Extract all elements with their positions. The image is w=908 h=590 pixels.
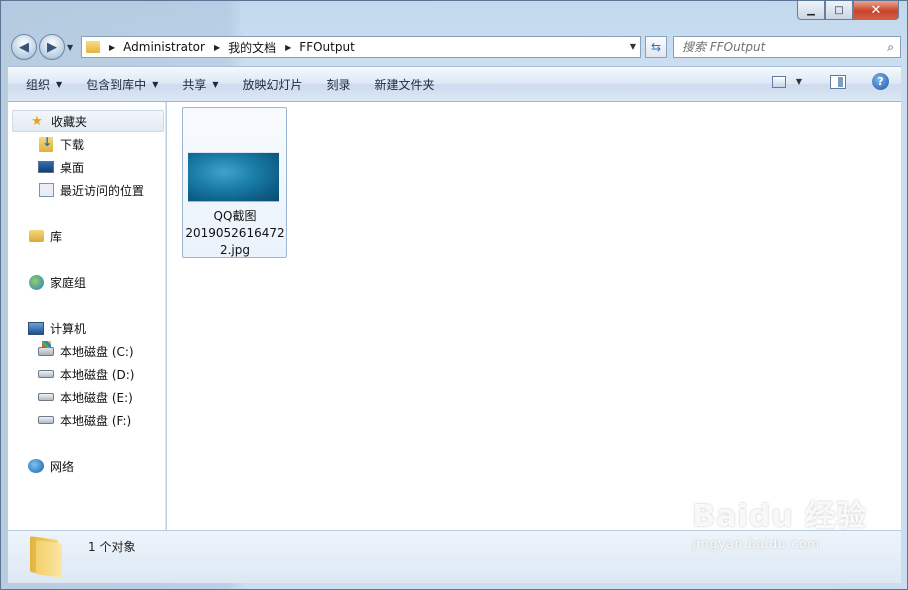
file-list: QQ截图 2019052616472 2.jpg	[167, 102, 901, 530]
new-folder-button[interactable]: 新建文件夹	[363, 71, 447, 97]
sidebar-item-downloads[interactable]: 下载	[38, 133, 84, 155]
star-icon: ★	[31, 113, 43, 129]
sidebar-item-recent-places[interactable]: 最近访问的位置	[38, 179, 144, 201]
new-folder-label: 新建文件夹	[374, 77, 435, 92]
forward-arrow-icon: ▶	[47, 39, 57, 55]
sidebar-item-computer[interactable]: 计算机	[28, 317, 86, 339]
help-icon[interactable]: ?	[872, 73, 889, 90]
burn-button[interactable]: 刻录	[315, 71, 363, 97]
maximize-icon: □	[834, 4, 844, 16]
sidebar-item-drive-f[interactable]: 本地磁盘 (F:)	[38, 409, 131, 431]
recent-places-icon	[38, 183, 54, 197]
sidebar-item-favorites[interactable]: ★ 收藏夹	[12, 110, 164, 132]
sidebar-item-label: 收藏夹	[51, 114, 88, 129]
sidebar-item-label: 下载	[60, 137, 85, 152]
minimize-icon: ▁	[807, 4, 815, 16]
chevron-right-icon[interactable]: ▶	[214, 43, 220, 52]
refresh-button[interactable]: ⇆	[645, 36, 667, 58]
drive-icon	[38, 393, 54, 401]
homegroup-icon	[28, 274, 44, 290]
slideshow-button[interactable]: 放映幻灯片	[231, 71, 315, 97]
breadcrumb-administrator[interactable]: Administrator	[123, 40, 205, 54]
forward-button[interactable]: ▶	[39, 34, 65, 60]
navigation-pane: ★ 收藏夹 下载 桌面 最近访问的位置 库 家庭组 计算机	[8, 102, 166, 530]
burn-label: 刻录	[326, 77, 351, 92]
chevron-right-icon[interactable]: ▶	[285, 43, 291, 52]
include-in-library-label: 包含到库中	[86, 77, 147, 92]
library-icon	[28, 230, 44, 242]
sidebar-item-drive-d[interactable]: 本地磁盘 (D:)	[38, 363, 134, 385]
navigation-row: ◀ ▶ ▼ ▶ Administrator ▶ 我的文档 ▶ FFOutput …	[9, 34, 901, 60]
sidebar-item-label: 桌面	[60, 160, 85, 175]
watermark-logo-text: Baidu 经验	[692, 499, 867, 534]
chevron-right-icon[interactable]: ▶	[109, 43, 115, 52]
computer-icon	[28, 321, 44, 335]
refresh-icon: ⇆	[650, 40, 662, 54]
sidebar-item-libraries[interactable]: 库	[28, 225, 62, 247]
breadcrumb-ffoutput[interactable]: FFOutput	[299, 40, 355, 54]
file-name-line: 2019052616472	[185, 226, 285, 240]
chevron-down-icon: ▼	[212, 79, 219, 89]
address-dropdown-icon[interactable]: ▼	[630, 42, 636, 51]
watermark-url: jingyan.baidu.com	[692, 537, 821, 551]
window-caption-buttons: ▁ □ ✕	[797, 1, 899, 20]
sidebar-item-label: 本地磁盘 (C:)	[60, 344, 134, 359]
file-name-line: QQ截图	[213, 209, 257, 223]
maximize-button[interactable]: □	[825, 1, 853, 20]
sidebar-item-drive-e[interactable]: 本地磁盘 (E:)	[38, 386, 133, 408]
sidebar-item-network[interactable]: 网络	[28, 455, 74, 477]
sidebar-item-label: 本地磁盘 (D:)	[60, 367, 135, 382]
watermark: Baidu 经验 jingyan.baidu.com	[692, 491, 867, 551]
image-thumbnail	[188, 152, 279, 202]
system-drive-icon	[38, 340, 54, 356]
file-name: QQ截图 2019052616472 2.jpg	[185, 208, 285, 259]
organize-menu[interactable]: 组织 ▼	[14, 71, 74, 97]
minimize-button[interactable]: ▁	[797, 1, 825, 20]
address-bar[interactable]: ▶ Administrator ▶ 我的文档 ▶ FFOutput ▼	[81, 36, 641, 58]
chevron-down-icon: ▼	[56, 79, 63, 89]
sidebar-item-label: 最近访问的位置	[60, 183, 145, 198]
breadcrumb-my-documents[interactable]: 我的文档	[228, 39, 276, 56]
drive-icon	[38, 416, 54, 424]
sidebar-item-label: 计算机	[50, 321, 87, 336]
preview-pane-icon[interactable]	[830, 74, 846, 89]
desktop-icon	[38, 161, 54, 173]
item-count: 1 个对象	[88, 540, 136, 554]
sidebar-item-drive-c[interactable]: 本地磁盘 (C:)	[38, 340, 134, 362]
folder-icon	[86, 41, 100, 53]
search-icon[interactable]: ⌕	[887, 40, 894, 55]
sidebar-item-desktop[interactable]: 桌面	[38, 156, 84, 178]
sidebar-item-label: 家庭组	[50, 275, 87, 290]
sidebar-item-label: 本地磁盘 (E:)	[60, 390, 133, 405]
share-label: 共享	[182, 77, 207, 92]
organize-label: 组织	[26, 77, 51, 92]
change-view-icon[interactable]	[771, 75, 786, 88]
include-in-library-menu[interactable]: 包含到库中 ▼	[74, 71, 170, 97]
command-bar: 组织 ▼ 包含到库中 ▼ 共享 ▼ 放映幻灯片 刻录 新建文件夹 ▼ ?	[8, 66, 901, 102]
recent-pages-dropdown[interactable]: ▼	[67, 43, 73, 52]
search-input[interactable]	[674, 40, 874, 54]
file-item[interactable]: QQ截图 2019052616472 2.jpg	[182, 107, 287, 258]
back-arrow-icon: ◀	[19, 39, 29, 55]
slideshow-label: 放映幻灯片	[242, 77, 303, 92]
view-options-dropdown-icon[interactable]: ▼	[796, 77, 802, 86]
sidebar-item-label: 本地磁盘 (F:)	[60, 413, 132, 428]
sidebar-item-label: 网络	[50, 459, 75, 474]
drive-icon	[38, 370, 54, 378]
network-icon	[28, 459, 44, 473]
chevron-down-icon: ▼	[152, 79, 159, 89]
downloads-folder-icon	[39, 135, 53, 152]
back-button[interactable]: ◀	[11, 34, 37, 60]
file-name-line: 2.jpg	[219, 243, 251, 257]
share-menu[interactable]: 共享 ▼	[170, 71, 230, 97]
close-icon: ✕	[870, 2, 882, 18]
sidebar-item-homegroup[interactable]: 家庭组	[28, 271, 86, 293]
toolbar-right-controls: ▼ ?	[771, 73, 889, 90]
explorer-window: ▁ □ ✕ ◀ ▶ ▼ ▶ Administrator ▶ 我的文档 ▶ FFO…	[0, 0, 908, 590]
close-button[interactable]: ✕	[853, 1, 899, 20]
search-box[interactable]: ⌕	[673, 36, 901, 58]
sidebar-item-label: 库	[50, 229, 63, 244]
folder-icon	[28, 536, 64, 578]
